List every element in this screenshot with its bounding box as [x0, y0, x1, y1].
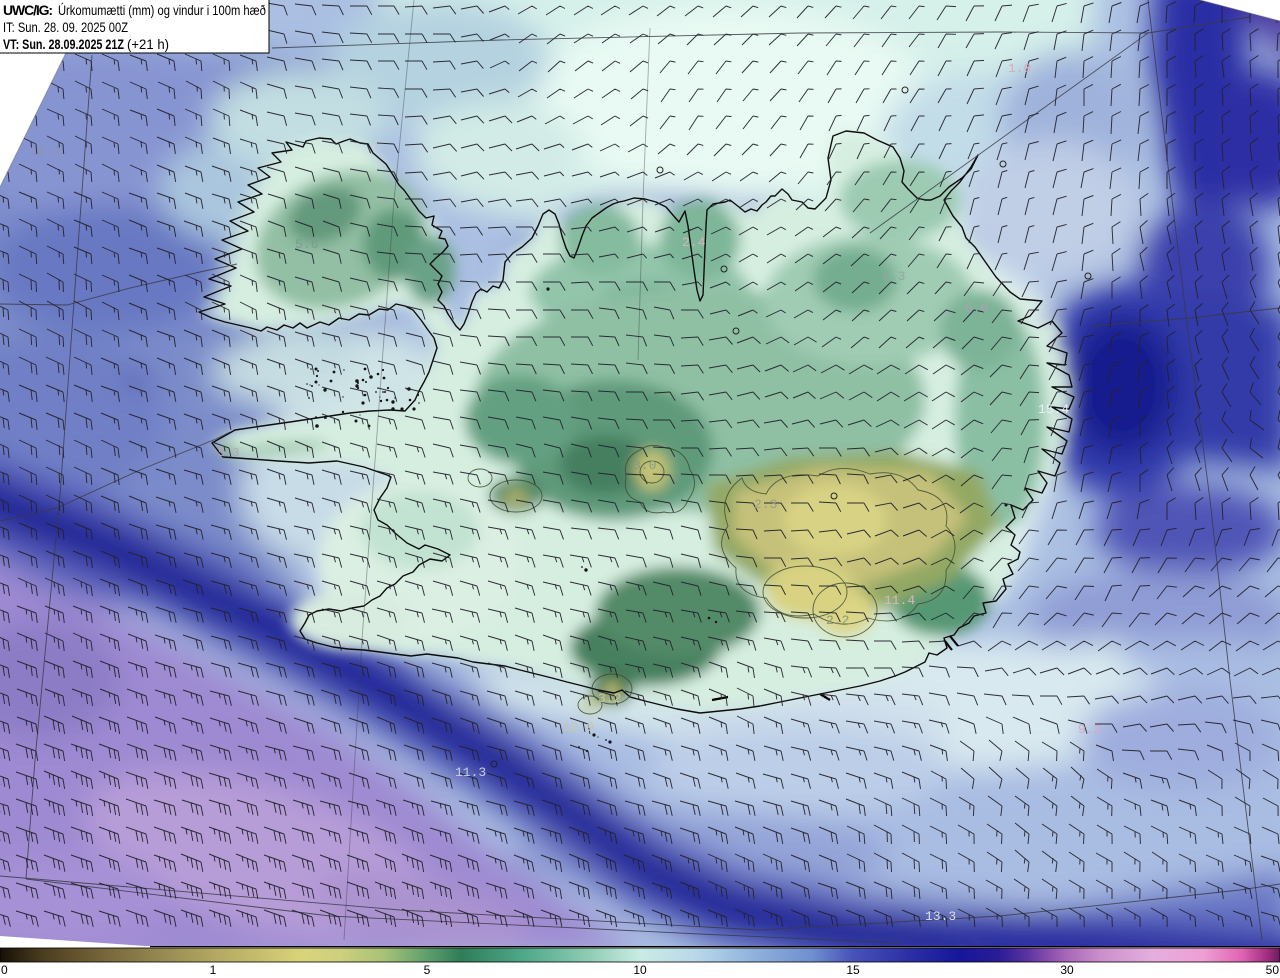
svg-text:15: 15 — [846, 963, 860, 977]
svg-text:5.6: 5.6 — [295, 237, 318, 252]
svg-text:1: 1 — [210, 963, 217, 977]
svg-text:13.3: 13.3 — [925, 909, 956, 924]
svg-text:12.1: 12.1 — [30, 144, 61, 159]
svg-text:15.4: 15.4 — [1038, 402, 1069, 417]
svg-text:9.2: 9.2 — [1078, 722, 1101, 737]
svg-text:IT: Sun. 28. 09. 2025 00Z: IT: Sun. 28. 09. 2025 00Z — [3, 19, 128, 35]
svg-text:12.9: 12.9 — [563, 720, 594, 735]
svg-text:2.2: 2.2 — [826, 613, 849, 628]
svg-text:11.4: 11.4 — [884, 593, 915, 608]
svg-text:11.3: 11.3 — [455, 765, 486, 780]
svg-text:50: 50 — [1266, 963, 1280, 977]
svg-text:2.3: 2.3 — [754, 497, 777, 512]
svg-text:10: 10 — [633, 963, 647, 977]
svg-text:1.0: 1.0 — [1008, 61, 1031, 76]
svg-text:5: 5 — [424, 963, 431, 977]
svg-text:UWC/IG: Úrkomumætti (mm) og vi: UWC/IG: Úrkomumætti (mm) og vindur i 100… — [3, 2, 266, 18]
svg-text:VT: Sun. 28.09.2025 21Z(+21 h): VT: Sun. 28.09.2025 21Z (+21 h) — [3, 36, 169, 52]
svg-text:2.4: 2.4 — [682, 235, 706, 250]
svg-text:6.3: 6.3 — [882, 269, 905, 284]
svg-text:5.6: 5.6 — [965, 301, 988, 316]
svg-text:30: 30 — [1060, 963, 1074, 977]
svg-text:5.3: 5.3 — [218, 446, 240, 460]
svg-text:0: 0 — [1, 963, 8, 977]
svg-text:3.2: 3.2 — [598, 691, 621, 706]
svg-text:3.0: 3.0 — [633, 458, 656, 473]
